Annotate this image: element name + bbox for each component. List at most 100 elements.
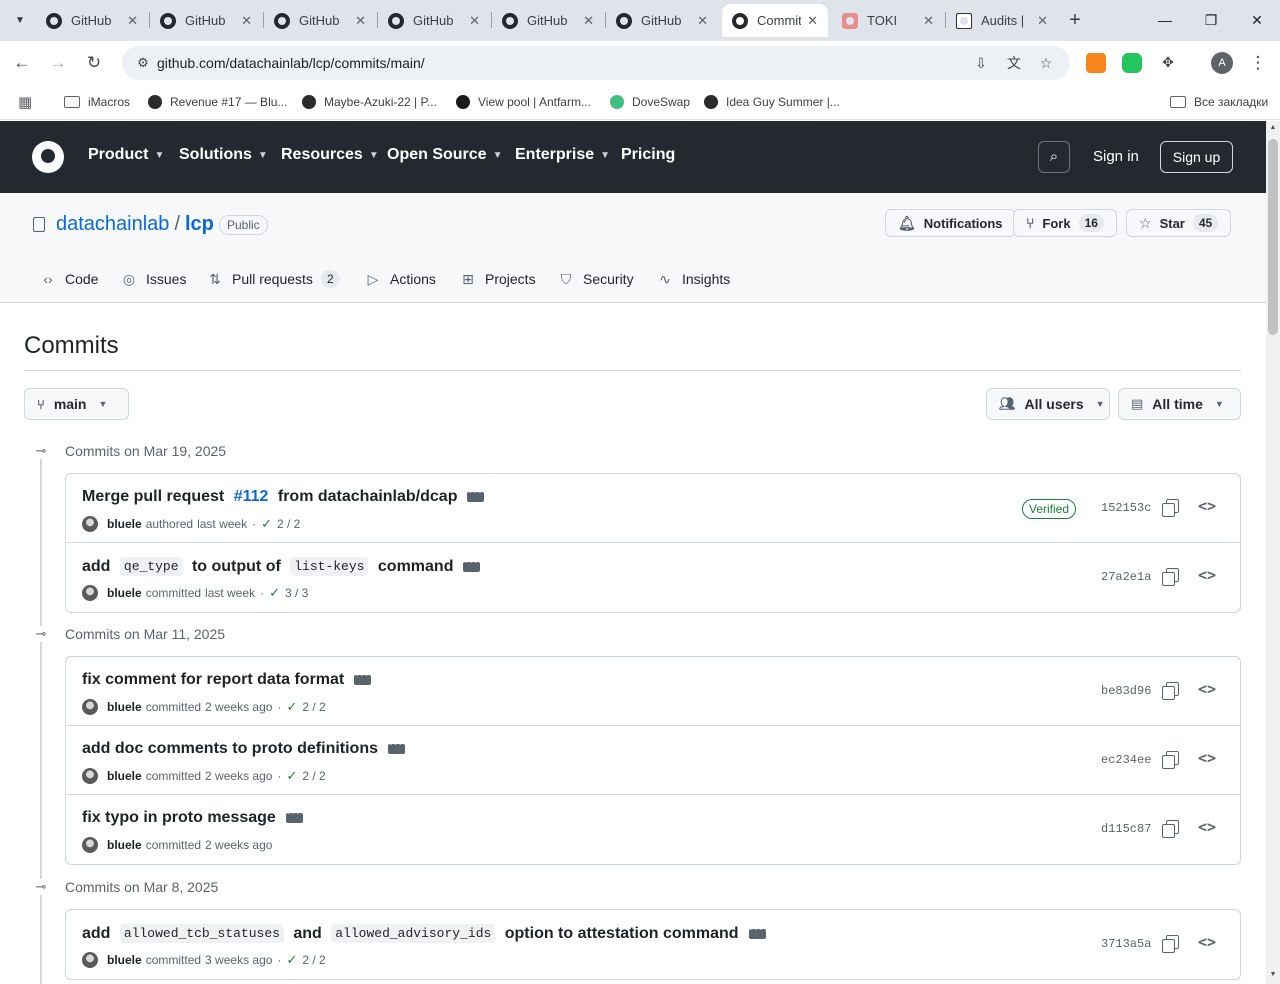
tab-close-icon[interactable]: ✕ (697, 13, 708, 29)
commit-author[interactable]: bluele (107, 838, 142, 852)
copy-icon[interactable] (1162, 568, 1179, 586)
commit-title[interactable]: add doc comments to proto definitions (82, 735, 405, 758)
tab-close-icon[interactable]: ✕ (469, 13, 480, 29)
check-icon[interactable]: ✓ (286, 699, 297, 715)
browser-tab[interactable]: GitHub ✕ (36, 4, 148, 37)
all-bookmarks-folder[interactable]: Все закладки (1170, 92, 1268, 112)
commit-title[interactable]: add allowed_tcb_statuses and allowed_adv… (82, 920, 766, 943)
commit-sha-link[interactable]: be83d96 (1101, 684, 1151, 698)
browser-tab[interactable]: GitHub ✕ (264, 4, 376, 37)
avatar[interactable] (82, 699, 98, 715)
time-filter-button[interactable]: ▤ All time ▼ (1118, 388, 1241, 420)
tab-close-icon[interactable]: ✕ (355, 13, 366, 29)
nav-item-solutions[interactable]: Solutions ▼ (179, 146, 268, 164)
metamask-extension-icon[interactable] (1086, 53, 1106, 73)
bookmark-item[interactable]: DoveSwap (610, 92, 690, 112)
branch-selector-button[interactable]: ⑂ main ▼ (24, 388, 129, 420)
browse-code-icon[interactable]: <> (1196, 749, 1218, 767)
tab-close-icon[interactable]: ✕ (241, 13, 252, 29)
commit-author[interactable]: bluele (107, 517, 142, 531)
address-bar[interactable]: ⚙ github.com/datachainlab/lcp/commits/ma… (122, 46, 1070, 80)
repo-owner-link[interactable]: datachainlab (56, 213, 169, 236)
checks-count[interactable]: 2 / 2 (302, 700, 325, 714)
avatar[interactable] (82, 768, 98, 784)
tab-security[interactable]: ⛉ Security (558, 269, 634, 289)
commit-title[interactable]: fix typo in proto message (82, 804, 303, 827)
tab-insights[interactable]: ∿ Insights (657, 269, 730, 289)
avatar[interactable] (82, 837, 98, 853)
extension-icon[interactable] (1122, 53, 1142, 73)
nav-item-pricing[interactable]: Pricing (621, 146, 675, 164)
browse-code-icon[interactable]: <> (1196, 497, 1218, 515)
check-icon[interactable]: ✓ (286, 768, 297, 784)
tab-close-icon[interactable]: ✕ (923, 13, 934, 29)
sign-in-link[interactable]: Sign in (1093, 148, 1139, 165)
nav-item-open-source[interactable]: Open Source ▼ (387, 146, 502, 164)
notifications-button[interactable]: 🔔︎ Notifications (885, 209, 1016, 237)
expand-message-icon[interactable] (467, 483, 485, 502)
commit-sha-link[interactable]: 3713a5a (1101, 937, 1151, 951)
tab-issues[interactable]: ◎ Issues (121, 269, 187, 289)
browse-code-icon[interactable]: <> (1196, 818, 1218, 836)
commit-title[interactable]: fix comment for report data format (82, 666, 372, 689)
expand-message-icon[interactable] (388, 735, 405, 754)
copy-icon[interactable] (1162, 935, 1179, 953)
browser-menu-icon[interactable]: ⋮ (1246, 51, 1270, 75)
pull-request-link[interactable]: #112 (234, 488, 269, 506)
commit-author[interactable]: bluele (107, 586, 142, 600)
expand-message-icon[interactable] (354, 666, 372, 685)
commit-title[interactable]: add qe_type to output of list-keys comma… (82, 553, 481, 576)
install-app-icon[interactable]: ⇩ (972, 54, 990, 72)
site-info-icon[interactable]: ⚙ (134, 54, 152, 72)
reload-icon[interactable]: ↻ (82, 51, 106, 75)
commit-sha-link[interactable]: 27a2e1a (1101, 570, 1151, 584)
tab-close-icon[interactable]: ✕ (583, 13, 594, 29)
check-icon[interactable]: ✓ (286, 952, 297, 968)
commit-author[interactable]: bluele (107, 700, 142, 714)
check-icon[interactable]: ✓ (261, 516, 272, 532)
bookmark-item[interactable]: Revenue #17 — Blu... (148, 92, 287, 112)
copy-icon[interactable] (1162, 820, 1179, 838)
tab-actions[interactable]: ▷ Actions (365, 269, 436, 289)
github-logo-icon[interactable] (32, 141, 64, 173)
translate-icon[interactable]: 文 (1005, 54, 1023, 72)
sign-up-button[interactable]: Sign up (1160, 141, 1233, 173)
users-filter-button[interactable]: 👥︎ All users ▼ (986, 388, 1110, 420)
bookmark-item[interactable]: iMacros (64, 92, 130, 112)
apps-grid-icon[interactable]: ▦ (18, 92, 32, 112)
browser-tab[interactable]: GitHub ✕ (492, 4, 604, 37)
repo-name-link[interactable]: lcp (185, 213, 214, 236)
avatar[interactable] (82, 952, 98, 968)
avatar[interactable] (82, 585, 98, 601)
forward-icon[interactable]: → (46, 51, 70, 75)
scrollbar-thumb[interactable] (1268, 139, 1278, 335)
commit-title[interactable]: Merge pull request #112 from datachainla… (82, 483, 485, 506)
verified-badge[interactable]: Verified (1022, 499, 1077, 519)
copy-icon[interactable] (1162, 499, 1179, 517)
tab-projects[interactable]: ⊞ Projects (460, 269, 535, 289)
browse-code-icon[interactable]: <> (1196, 566, 1218, 584)
nav-item-resources[interactable]: Resources ▼ (281, 146, 379, 164)
search-button[interactable]: ⌕ (1038, 141, 1070, 173)
back-icon[interactable]: ← (10, 51, 34, 75)
checks-count[interactable]: 2 / 2 (302, 953, 325, 967)
extensions-puzzle-icon[interactable]: ✥ (1159, 53, 1177, 71)
restore-icon[interactable]: ❐ (1199, 8, 1223, 32)
url-text[interactable]: github.com/datachainlab/lcp/commits/main… (157, 55, 425, 71)
star-button[interactable]: ☆ Star 45 (1126, 209, 1232, 237)
avatar[interactable] (82, 516, 98, 532)
commit-sha-link[interactable]: d115c87 (1101, 822, 1151, 836)
check-icon[interactable]: ✓ (269, 585, 280, 601)
tab-code[interactable]: ‹› Code (40, 269, 98, 289)
expand-message-icon[interactable] (463, 553, 481, 572)
scroll-up-icon[interactable]: ▲ (1266, 124, 1280, 131)
copy-icon[interactable] (1162, 751, 1179, 769)
checks-count[interactable]: 3 / 3 (285, 586, 308, 600)
bookmark-item[interactable]: Maybe-Azuki-22 | P... (302, 92, 437, 112)
tab-search-icon[interactable]: ▼ (8, 8, 32, 32)
profile-avatar[interactable]: A (1211, 52, 1233, 74)
browser-tab[interactable]: Audits | ✕ (946, 4, 1058, 37)
minimize-icon[interactable]: — (1153, 8, 1177, 32)
browser-tab[interactable]: TOKI ✕ (832, 4, 944, 37)
nav-item-product[interactable]: Product ▼ (88, 146, 164, 164)
